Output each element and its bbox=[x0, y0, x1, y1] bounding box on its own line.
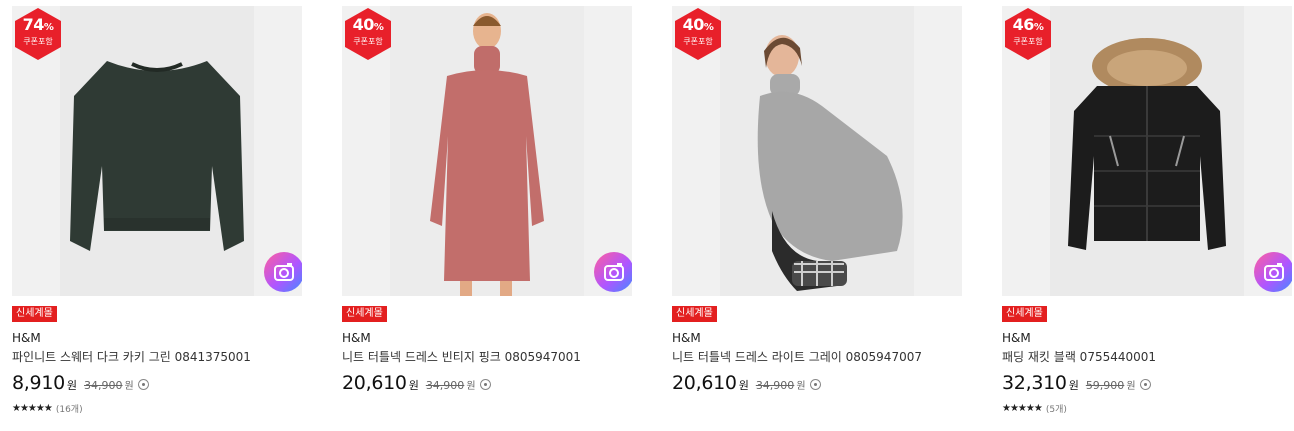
currency-unit: 원 bbox=[796, 381, 806, 392]
discount-badge: 46% 쿠폰포함 bbox=[1005, 8, 1051, 60]
mall-tag: 신세계몰 bbox=[672, 306, 717, 322]
product-image[interactable]: 40% 쿠폰포함 bbox=[672, 6, 962, 296]
mall-tag: 신세계몰 bbox=[342, 306, 387, 322]
price-row: 8,910 원 34,900 원 bbox=[12, 372, 149, 396]
currency-unit: 원 bbox=[66, 379, 78, 392]
discount-percent: 74 bbox=[22, 15, 45, 34]
currency-unit: 원 bbox=[124, 381, 134, 392]
price-row: 20,610 원 34,900 원 bbox=[672, 372, 821, 396]
product-name[interactable]: 니트 터틀넥 드레스 빈티지 핑크 0805947001 bbox=[342, 348, 581, 365]
discount-percent: 40 bbox=[352, 15, 375, 34]
review-count: (16개) bbox=[55, 405, 83, 415]
discount-percent: 46 bbox=[1012, 15, 1035, 34]
currency-unit: 원 bbox=[408, 379, 419, 392]
product-card[interactable]: 46% 쿠폰포함 신세계몰 H&M 패딩 재킷 블랙 0755440001 32… bbox=[1002, 6, 1292, 415]
product-card[interactable]: 40% 쿠폰포함 신세계몰 H&M 니트 터틀넥 드레스 라이트 그레이 080… bbox=[672, 6, 962, 394]
coupon-label: 쿠폰포함 bbox=[1013, 37, 1043, 46]
sale-price: 32,310 bbox=[1002, 372, 1067, 394]
info-icon[interactable] bbox=[137, 379, 149, 390]
sale-price: 20,610 bbox=[342, 372, 407, 394]
product-image[interactable]: 40% 쿠폰포함 bbox=[342, 6, 632, 296]
mall-tag: 신세계몰 bbox=[1002, 306, 1047, 322]
percent-sign: % bbox=[373, 22, 384, 33]
rating: ★★★★★ (16개) bbox=[12, 402, 83, 415]
product-card[interactable]: 40% 쿠폰포함 신세계몰 H&M 니트 터틀넥 드레스 빈티지 핑크 0805… bbox=[342, 6, 632, 394]
sale-price: 8,910 bbox=[12, 372, 65, 394]
mall-tag: 신세계몰 bbox=[12, 306, 57, 322]
price-row: 32,310 원 59,900 원 bbox=[1002, 372, 1151, 396]
discount-badge: 40% 쿠폰포함 bbox=[345, 8, 391, 60]
percent-sign: % bbox=[703, 22, 714, 33]
product-name[interactable]: 니트 터틀넥 드레스 라이트 그레이 0805947007 bbox=[672, 348, 922, 365]
original-price: 34,900 bbox=[755, 379, 795, 392]
brand-name[interactable]: H&M bbox=[12, 331, 41, 345]
brand-name[interactable]: H&M bbox=[672, 331, 701, 345]
product-image[interactable]: 74% 쿠폰포함 bbox=[12, 6, 302, 296]
brand-name[interactable]: H&M bbox=[342, 331, 371, 345]
star-rating-icon: ★★★★★ bbox=[1002, 403, 1043, 414]
price-row: 20,610 원 34,900 원 bbox=[342, 372, 491, 396]
discount-badge: 74% 쿠폰포함 bbox=[15, 8, 61, 60]
info-icon[interactable] bbox=[1139, 379, 1151, 390]
product-grid: 74% 쿠폰포함 신세계몰 H&M 파인니트 스웨터 다크 카키 그린 0841… bbox=[0, 0, 1294, 431]
star-rating-icon: ★★★★★ bbox=[12, 403, 53, 414]
sale-price: 20,610 bbox=[672, 372, 737, 394]
review-count: (5개) bbox=[1045, 405, 1067, 415]
camera-search-icon[interactable] bbox=[264, 252, 302, 292]
currency-unit: 원 bbox=[466, 381, 476, 392]
discount-badge: 40% 쿠폰포함 bbox=[675, 8, 721, 60]
original-price: 34,900 bbox=[425, 379, 465, 392]
info-icon[interactable] bbox=[809, 379, 821, 390]
coupon-label: 쿠폰포함 bbox=[23, 37, 53, 46]
info-icon[interactable] bbox=[479, 379, 491, 390]
rating: ★★★★★ (5개) bbox=[1002, 402, 1067, 415]
brand-name[interactable]: H&M bbox=[1002, 331, 1031, 345]
product-card[interactable]: 74% 쿠폰포함 신세계몰 H&M 파인니트 스웨터 다크 카키 그린 0841… bbox=[12, 6, 302, 415]
percent-sign: % bbox=[43, 22, 54, 33]
original-price: 34,900 bbox=[84, 379, 123, 392]
currency-unit: 원 bbox=[1068, 379, 1079, 392]
product-image[interactable]: 46% 쿠폰포함 bbox=[1002, 6, 1292, 296]
coupon-label: 쿠폰포함 bbox=[353, 37, 383, 46]
discount-percent: 40 bbox=[682, 15, 705, 34]
product-name[interactable]: 파인니트 스웨터 다크 카키 그린 0841375001 bbox=[12, 348, 251, 365]
currency-unit: 원 bbox=[738, 379, 749, 392]
camera-search-icon[interactable] bbox=[594, 252, 632, 292]
camera-search-icon[interactable] bbox=[1254, 252, 1292, 292]
coupon-label: 쿠폰포함 bbox=[683, 37, 713, 46]
percent-sign: % bbox=[1033, 22, 1044, 33]
product-name[interactable]: 패딩 재킷 블랙 0755440001 bbox=[1002, 348, 1156, 365]
original-price: 59,900 bbox=[1085, 379, 1125, 392]
currency-unit: 원 bbox=[1126, 381, 1136, 392]
